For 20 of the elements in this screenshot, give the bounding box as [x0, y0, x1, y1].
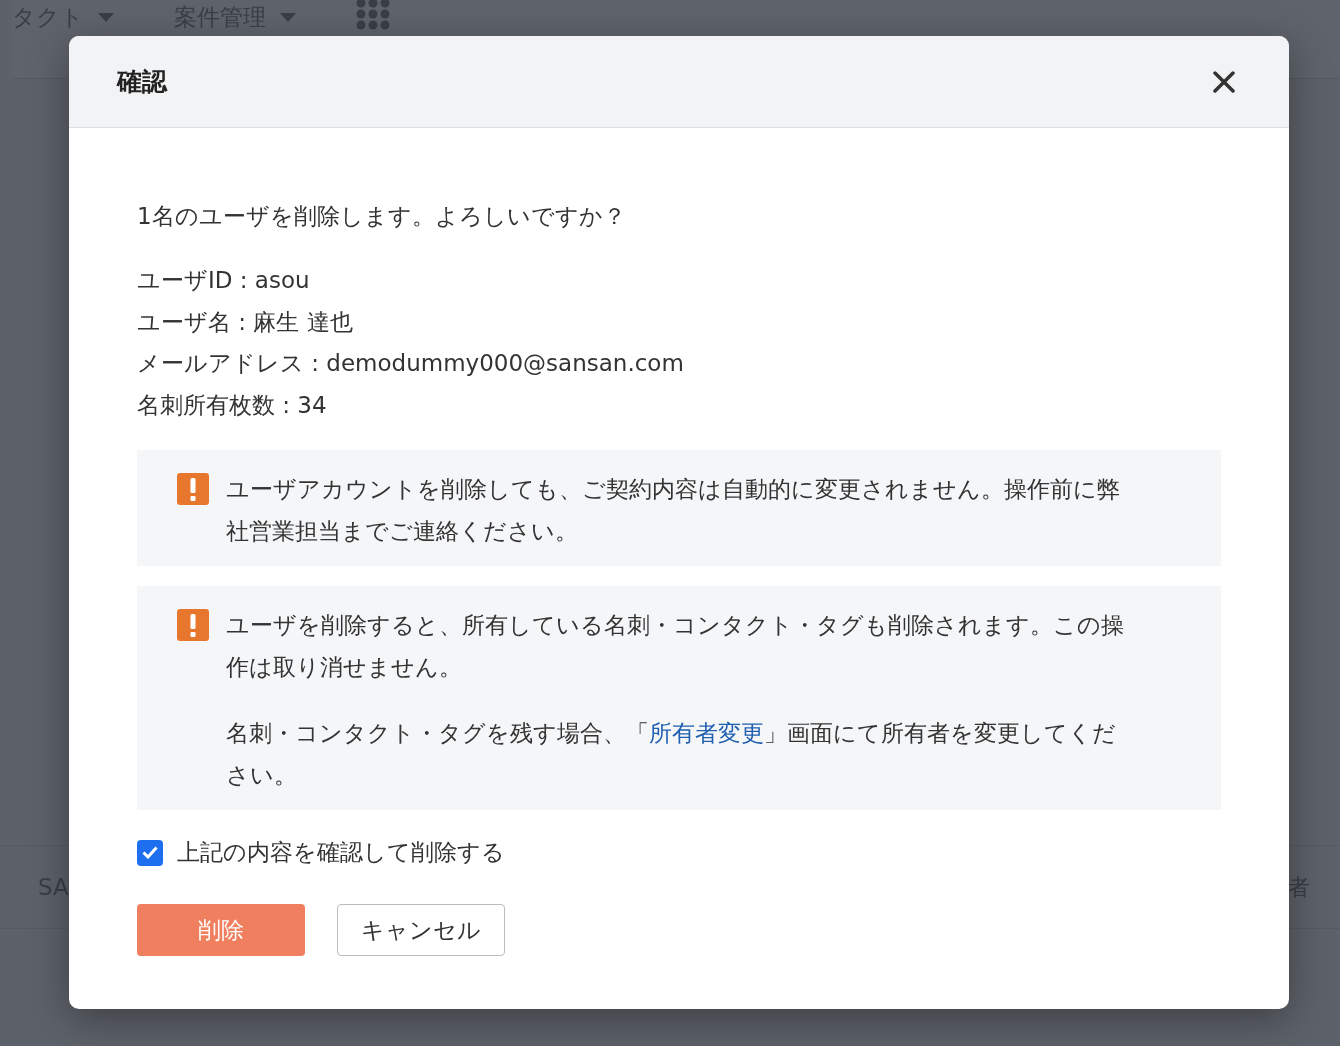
notice-text: 名刺・コンタクト・タグを残す場合、「所有者変更」画面にて所有者を変更してください。 [226, 719, 1117, 790]
warning-icon [177, 473, 209, 505]
user-detail: 名刺所有枚数 : 34 [137, 390, 328, 420]
delete-button[interactable]: 削除 [137, 904, 305, 956]
confirm-checkbox[interactable] [137, 839, 163, 866]
caret-icon [98, 12, 114, 22]
user-detail: ユーザ名 : 麻生 達也 [137, 307, 354, 337]
dialog-title: 確認 [117, 66, 167, 98]
close-icon [1213, 70, 1235, 93]
notice-text: ユーザアカウントを削除しても、ご契約内容は自動的に変更されません。操作前に弊社営業担当までご連絡ください。 [226, 475, 1121, 546]
cancel-button[interactable]: キャンセル [337, 904, 505, 956]
confirm-message: 1名のユーザを削除します。よろしいですか？ [137, 202, 627, 231]
checkbox-label: 上記の内容を確認して削除する [177, 838, 505, 867]
warning-icon [177, 609, 209, 641]
user-detail: ユーザID : asou [137, 266, 311, 295]
owner-change-link[interactable]: 所有者変更 [649, 720, 764, 746]
notice-text: ユーザを削除すると、所有している名刺・コンタクト・タグも削除されます。この操作は取り消せません。 [226, 611, 1125, 682]
check-icon [142, 846, 158, 859]
caret-icon [280, 12, 296, 22]
user-detail: メールアドレス : demodummy000@sansan.com [137, 349, 685, 378]
